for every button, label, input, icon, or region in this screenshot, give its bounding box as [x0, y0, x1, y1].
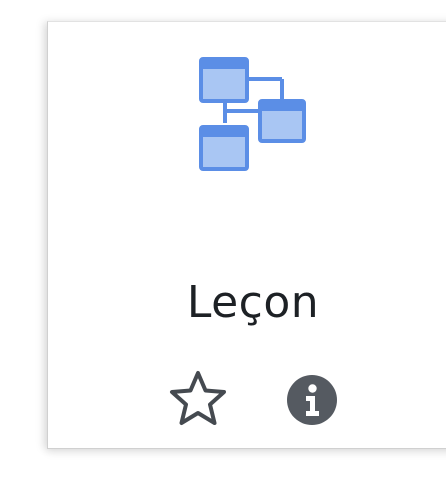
- info-icon[interactable]: [286, 374, 338, 426]
- module-title[interactable]: Leçon: [48, 277, 446, 328]
- lesson-flowchart-icon: [198, 55, 308, 173]
- page: Leçon: [0, 0, 446, 477]
- star-outline-icon[interactable]: [167, 368, 229, 430]
- activity-chooser-card[interactable]: Leçon: [47, 21, 446, 449]
